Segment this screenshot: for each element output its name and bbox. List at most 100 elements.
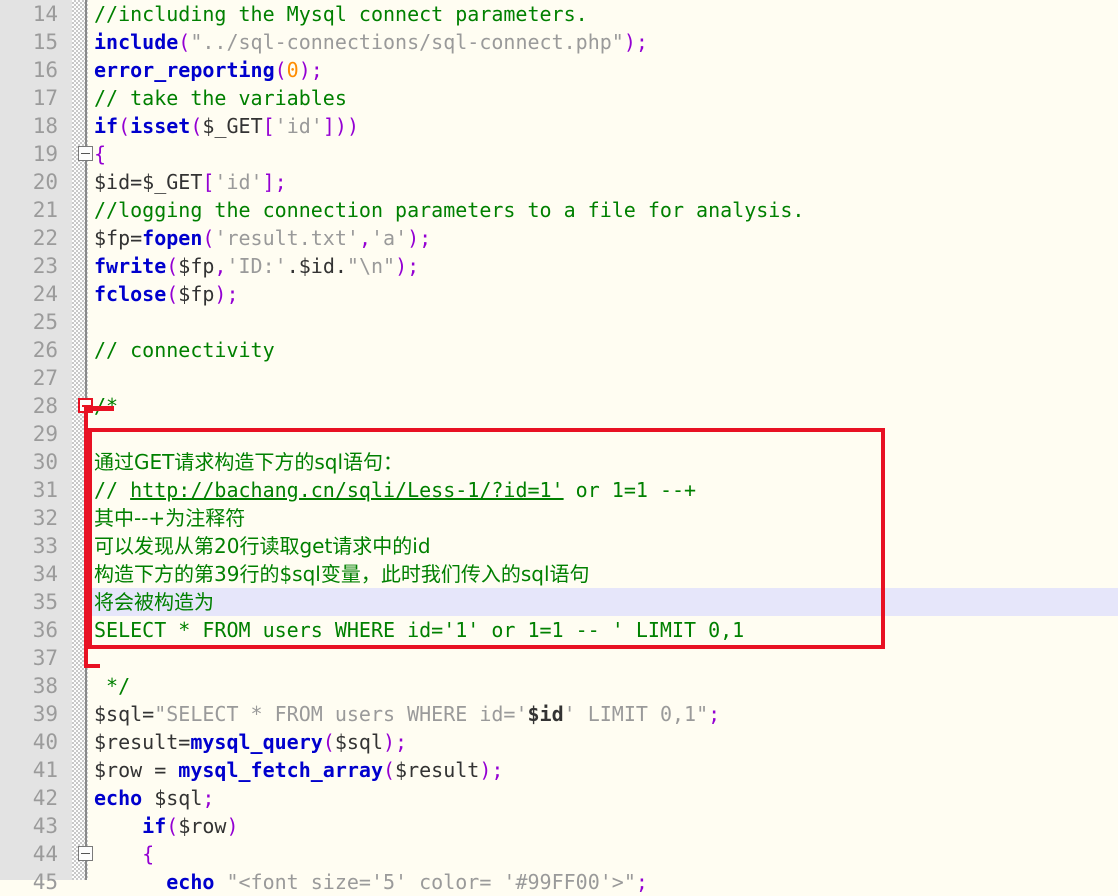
code-text: echo "<font size='5' color= '#99FF00'>";: [94, 868, 648, 896]
code-line[interactable]: 27: [0, 364, 1118, 392]
code-token: $_GET: [202, 114, 263, 138]
line-number: 20: [32, 170, 58, 194]
code-token: $fp: [178, 282, 215, 306]
code-token: ]: [322, 114, 335, 138]
code-text: 构造下方的第39行的$sql变量，此时我们传入的sql语句: [94, 560, 590, 588]
line-number: 33: [32, 534, 58, 558]
code-token: $sql: [334, 730, 383, 754]
code-line[interactable]: 44 {: [0, 840, 1118, 868]
code-text: if($row): [94, 812, 238, 840]
code-text: include("../sql-connections/sql-connect.…: [94, 28, 648, 56]
line-number: 21: [32, 198, 58, 222]
code-text: $fp=fopen('result.txt','a');: [94, 224, 431, 252]
code-text: $row = mysql_fetch_array($result);: [94, 756, 503, 784]
code-line[interactable]: 14 //including the Mysql connect paramete…: [0, 0, 1118, 28]
code-line[interactable]: 16 error_reporting(0);: [0, 56, 1118, 84]
code-token: fwrite: [94, 254, 167, 278]
code-line[interactable]: 25: [0, 308, 1118, 336]
code-token: ;: [395, 730, 408, 754]
code-line[interactable]: 35 将会被构造为: [0, 588, 1118, 616]
code-token: ): [407, 226, 420, 250]
code-line[interactable]: 17 // take the variables: [0, 84, 1118, 112]
code-token: //logging the connection parameters to a…: [94, 198, 805, 222]
code-token: fclose: [94, 282, 167, 306]
code-token: $result=: [94, 730, 191, 754]
code-line[interactable]: 15 include("../sql-connections/sql-connec…: [0, 28, 1118, 56]
code-token: $fp: [178, 254, 215, 278]
code-token: "\n": [346, 254, 396, 278]
line-number: 37: [32, 646, 58, 670]
code-token: 0: [286, 58, 299, 82]
fold-region-red-end-tick: [84, 664, 100, 668]
line-number: 44: [32, 842, 58, 866]
code-token: ;: [491, 758, 504, 782]
code-token: ,: [214, 254, 227, 278]
line-number: 34: [32, 562, 58, 586]
code-token[interactable]: http://bachang.cn/sqli/Less-1/?id=1': [130, 478, 563, 502]
code-line[interactable]: 28/*: [0, 392, 1118, 420]
code-line[interactable]: 34 构造下方的第39行的$sql变量，此时我们传入的sql语句: [0, 560, 1118, 588]
line-number: 14: [32, 2, 58, 26]
line-number: 25: [32, 310, 58, 334]
line-number: 19: [32, 142, 58, 166]
code-line[interactable]: 23 fwrite($fp,'ID:'.$id."\n");: [0, 252, 1118, 280]
line-number: 28: [32, 394, 58, 418]
code-text: echo $sql;: [94, 784, 214, 812]
code-line[interactable]: 18 if(isset($_GET['id'])): [0, 112, 1118, 140]
line-number: 36: [32, 618, 58, 642]
code-line[interactable]: 20 $id=$_GET['id'];: [0, 168, 1118, 196]
code-token: $fp=: [94, 226, 143, 250]
code-line[interactable]: 32 其中--+为注释符: [0, 504, 1118, 532]
code-line[interactable]: 26 // connectivity: [0, 336, 1118, 364]
code-line[interactable]: 22 $fp=fopen('result.txt','a');: [0, 224, 1118, 252]
code-token: (: [190, 114, 203, 138]
code-token: .: [334, 254, 347, 278]
code-line[interactable]: 21 //logging the connection parameters to…: [0, 196, 1118, 224]
code-token: $id: [298, 254, 335, 278]
code-token: ): [214, 282, 227, 306]
code-token: ;: [407, 254, 420, 278]
code-token: (: [322, 730, 335, 754]
code-token: (: [118, 114, 131, 138]
code-token: $row =: [94, 758, 179, 782]
code-line[interactable]: 43 if($row): [0, 812, 1118, 840]
code-line[interactable]: 42 echo $sql;: [0, 784, 1118, 812]
code-text: $id=$_GET['id'];: [94, 168, 287, 196]
code-editor[interactable]: 14 //including the Mysql connect paramete…: [0, 0, 1118, 894]
code-text: fclose($fp);: [94, 280, 239, 308]
fold-collapse-icon[interactable]: [78, 146, 93, 161]
code-token: ): [623, 30, 636, 54]
code-line[interactable]: 19 {: [0, 140, 1118, 168]
code-token: $result: [395, 758, 480, 782]
code-token: "SELECT * FROM users WHERE id=': [154, 702, 528, 726]
code-text: // connectivity: [94, 336, 275, 364]
code-line[interactable]: 24 fclose($fp);: [0, 280, 1118, 308]
code-line[interactable]: 39 $sql="SELECT * FROM users WHERE id='$i…: [0, 700, 1118, 728]
code-text: fwrite($fp,'ID:'.$id."\n");: [94, 252, 419, 280]
code-line[interactable]: 29: [0, 420, 1118, 448]
code-token: (: [383, 758, 396, 782]
code-token: "<font size='5' color= '#99FF00'>": [226, 870, 636, 894]
fold-collapse-icon[interactable]: [78, 846, 93, 861]
code-token: isset: [130, 114, 191, 138]
code-line[interactable]: 36 SELECT * FROM users WHERE id='1' or 1=…: [0, 616, 1118, 644]
code-token: (: [166, 814, 179, 838]
code-token: "../sql-connections/sql-connect.php": [190, 30, 624, 54]
code-lines-container[interactable]: 14 //including the Mysql connect paramete…: [0, 0, 1118, 896]
code-line[interactable]: 30 通过GET请求构造下方的sql语句：: [0, 448, 1118, 476]
code-line[interactable]: 45 echo "<font size='5' color= '#99FF00'…: [0, 868, 1118, 896]
code-line[interactable]: 37: [0, 644, 1118, 672]
code-line[interactable]: 33 可以发现从第20行读取get请求中的id: [0, 532, 1118, 560]
code-token: ;: [419, 226, 432, 250]
line-number: 42: [32, 786, 58, 810]
code-line[interactable]: 41 $row = mysql_fetch_array($result);: [0, 756, 1118, 784]
line-number: 31: [32, 478, 58, 502]
code-line[interactable]: 31 // http://bachang.cn/sqli/Less-1/?id=1…: [0, 476, 1118, 504]
code-text: error_reporting(0);: [94, 56, 323, 84]
code-line[interactable]: 40 $result=mysql_query($sql);: [0, 728, 1118, 756]
code-token: $sql=: [94, 702, 155, 726]
code-line[interactable]: 38 */: [0, 672, 1118, 700]
code-token: ;: [635, 870, 648, 894]
